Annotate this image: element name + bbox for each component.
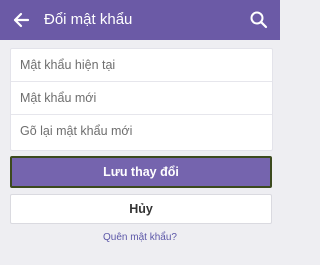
current-password-field[interactable]: Mật khẩu hiện tại [11,49,272,82]
search-icon[interactable] [249,10,269,30]
app-header: Đổi mật khẩu [0,0,280,40]
save-changes-button[interactable]: Lưu thay đổi [10,156,272,188]
confirm-password-placeholder: Gõ lại mật khẩu mới [20,124,133,138]
page-title: Đổi mật khẩu [44,11,133,28]
current-password-placeholder: Mật khẩu hiện tại [20,58,116,72]
password-form: Mật khẩu hiện tại Mật khẩu mới Gõ lại mậ… [10,48,273,151]
back-arrow-icon[interactable] [12,11,30,29]
cancel-button[interactable]: Hủy [10,194,272,224]
new-password-field[interactable]: Mật khẩu mới [11,82,272,115]
new-password-placeholder: Mật khẩu mới [20,91,97,105]
confirm-password-field[interactable]: Gõ lại mật khẩu mới [11,115,272,150]
forgot-password-link[interactable]: Quên mật khẩu? [0,232,280,243]
